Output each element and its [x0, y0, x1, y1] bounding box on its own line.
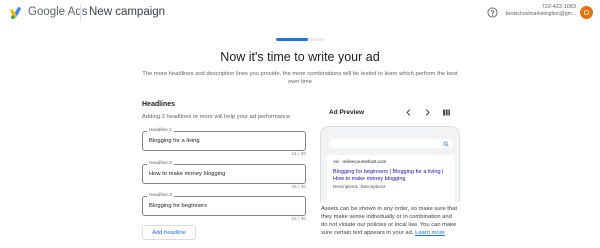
header-divider [80, 5, 81, 21]
grid-view-icon[interactable] [442, 108, 451, 117]
preview-note: Assets can be shown in any order, so mak… [321, 205, 459, 237]
chevron-left-icon[interactable] [404, 108, 413, 117]
headline-2-counter: 26 / 30 [291, 185, 306, 190]
add-headline-button[interactable]: Add headline [142, 225, 196, 240]
progress-bar [276, 38, 324, 41]
headline-3-label: Headline 3 [147, 193, 174, 198]
chevron-right-icon[interactable] [423, 108, 432, 117]
account-email: bestschoolmarketingben@gm... [505, 11, 576, 17]
headline-1-counter: 21 / 30 [291, 152, 306, 157]
headline-1-label: Headline 1 [147, 128, 174, 133]
headline-3-field[interactable]: Headline 3 Blogging for beginners [142, 193, 306, 216]
headline-3-counter: 22 / 30 [291, 217, 306, 222]
headline-2-field[interactable]: Headline 2 How to make money blogging [142, 161, 306, 184]
learn-more-link[interactable]: Learn more [415, 230, 445, 236]
headline-3-value: Blogging for beginners [149, 203, 208, 209]
ad-preview-title: Ad Preview [329, 109, 365, 116]
account-phone: 722-423-1083 [541, 4, 576, 10]
ad-url: Ad · onlinecoursehost.com [333, 159, 387, 164]
ad-description: Description1. Description2 [333, 184, 386, 189]
headline-2-value: How to make money blogging [149, 171, 226, 177]
account-info[interactable]: 722-423-1083 bestschoolmarketingben@gm..… [506, 4, 576, 18]
headline-1-value: Blogging for a living [149, 138, 200, 144]
page-title: Now it's time to write your ad [220, 50, 380, 64]
ad-card: Ad · onlinecoursehost.com Blogging for b… [327, 155, 455, 203]
top-bar: Google Ads New campaign 722-423-1083 bes… [0, 0, 600, 26]
headline-1-field[interactable]: Headline 1 Blogging for a living [142, 128, 306, 151]
brand-name: Google Ads [28, 6, 88, 18]
ad-headline: Blogging for beginners | Blogging for a … [333, 169, 444, 182]
phone-search-bar [329, 139, 453, 148]
avatar[interactable]: O [580, 6, 593, 19]
search-icon [443, 141, 449, 147]
headlines-section-title: Headlines [142, 101, 176, 108]
headlines-hint: Adding 3 headlines or more will help you… [142, 114, 291, 120]
help-icon[interactable] [487, 7, 498, 18]
page-header-title: New campaign [89, 6, 166, 18]
phone-preview: Ad · onlinecoursehost.com Blogging for b… [320, 126, 460, 203]
google-ads-logo[interactable] [10, 6, 24, 20]
headline-2-label: Headline 2 [147, 161, 174, 166]
progress-fill [276, 38, 308, 41]
page-subtitle: The more headlines and description lines… [142, 71, 458, 85]
